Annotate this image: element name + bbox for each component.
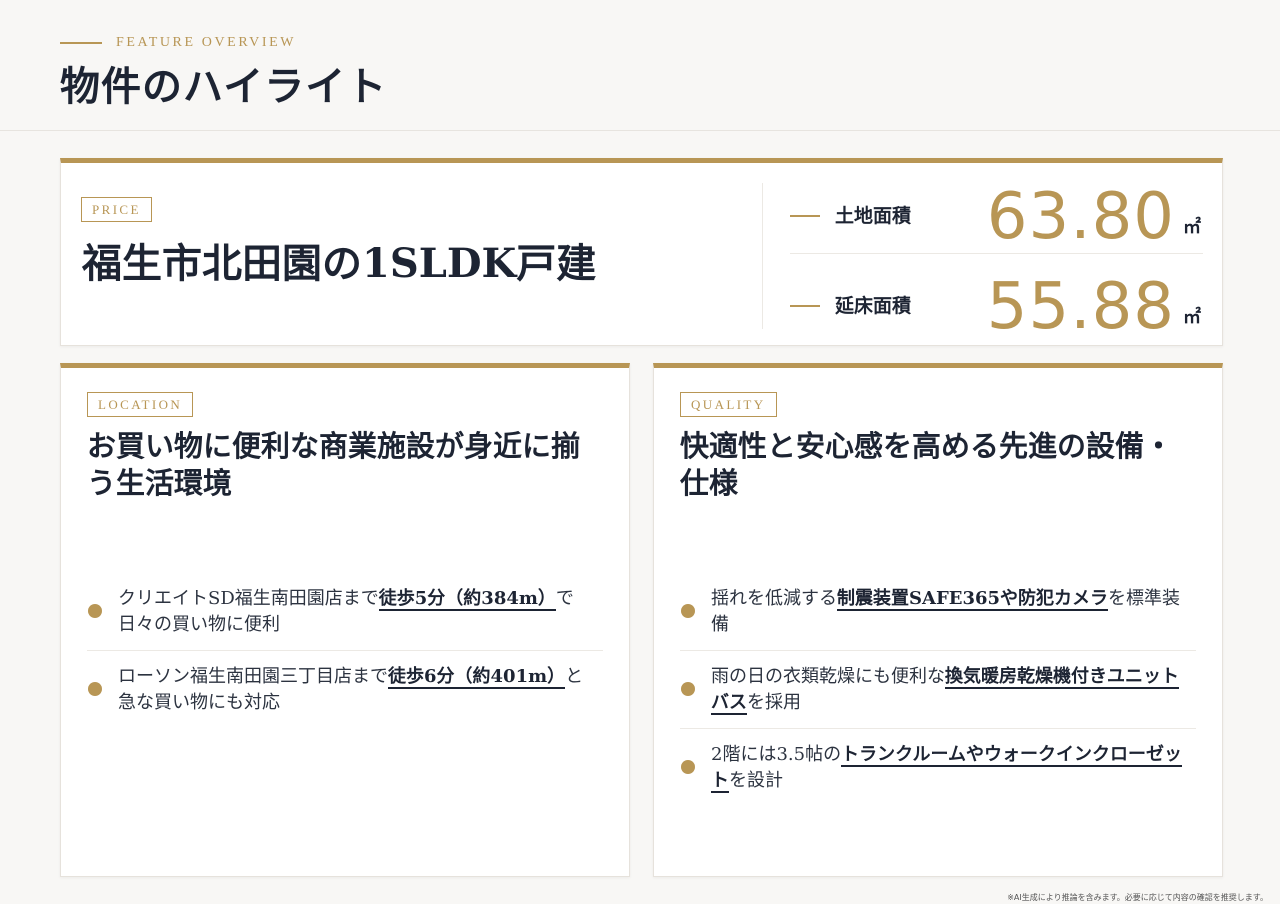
bullet-text: 雨の日の衣類乾燥にも便利な換気暖房乾燥機付きユニットバスを採用 xyxy=(711,664,1191,716)
bullet-highlight: 徒歩6分（約401m） xyxy=(388,666,566,689)
bullet-text: ローソン福生南田園三丁目店まで徒歩6分（約401m）と急な買い物にも対応 xyxy=(118,664,598,716)
bullet-dot-icon xyxy=(88,682,102,696)
dash-icon xyxy=(790,215,820,217)
bullet-text-after: を設計 xyxy=(729,770,783,791)
bullet-dot-icon xyxy=(88,604,102,618)
bullet-dot-icon xyxy=(681,604,695,618)
list-item: ローソン福生南田園三丁目店まで徒歩6分（約401m）と急な買い物にも対応 xyxy=(87,651,603,729)
list-item: 揺れを低減する制震装置SAFE365や防犯カメラを標準装備 xyxy=(680,573,1196,651)
bullet-text-after: を採用 xyxy=(747,692,801,713)
metric-value: 63.80 xyxy=(986,180,1175,254)
price-tag: PRICE xyxy=(81,197,152,222)
bullet-text: 2階には3.5帖のトランクルームやウォークインクローゼットを設計 xyxy=(711,742,1191,794)
dash-icon xyxy=(790,305,820,307)
bullet-text: 揺れを低減する制震装置SAFE365や防犯カメラを標準装備 xyxy=(711,586,1191,638)
quality-bullet-list: 揺れを低減する制震装置SAFE365や防犯カメラを標準装備 雨の日の衣類乾燥にも… xyxy=(680,573,1196,807)
land-area-metric: 土地面積 63.80 ㎡ xyxy=(790,178,1203,254)
metric-unit: ㎡ xyxy=(1183,307,1201,328)
bullet-text: クリエイトSD福生南田園店まで徒歩5分（約384m）で日々の買い物に便利 xyxy=(118,586,598,638)
location-tag: LOCATION xyxy=(87,392,194,417)
location-bullet-list: クリエイトSD福生南田園店まで徒歩5分（約384m）で日々の買い物に便利 ローソ… xyxy=(87,573,603,729)
vertical-divider xyxy=(762,183,763,329)
list-item: 2階には3.5帖のトランクルームやウォークインクローゼットを設計 xyxy=(680,729,1196,807)
quality-tag: QUALITY xyxy=(680,392,777,417)
list-item: クリエイトSD福生南田園店まで徒歩5分（約384m）で日々の買い物に便利 xyxy=(87,573,603,651)
bullet-dot-icon xyxy=(681,682,695,696)
eyebrow-line xyxy=(60,42,102,44)
disclaimer-footnote: ※AI生成により推論を含みます。必要に応じて内容の確認を推奨します。 xyxy=(1007,893,1268,902)
price-card: PRICE 福生市北田園の1SLDK戸建 土地面積 63.80 ㎡ 延床面積 5… xyxy=(60,158,1223,346)
bullet-dot-icon xyxy=(681,760,695,774)
metric-unit: ㎡ xyxy=(1183,217,1201,238)
page-title: 物件のハイライト xyxy=(60,63,388,110)
bullet-text-before: 2階には3.5帖の xyxy=(711,744,842,765)
metric-value: 55.88 xyxy=(986,270,1175,344)
floor-area-metric: 延床面積 55.88 ㎡ xyxy=(790,268,1203,344)
bullet-highlight: 制震装置SAFE365や防犯カメラ xyxy=(837,588,1109,611)
bullet-text-before: 揺れを低減する xyxy=(711,588,837,609)
list-item: 雨の日の衣類乾燥にも便利な換気暖房乾燥機付きユニットバスを採用 xyxy=(680,651,1196,729)
property-title: 福生市北田園の1SLDK戸建 xyxy=(82,240,597,287)
quality-heading: 快適性と安心感を高める先進の設備・仕様 xyxy=(680,429,1174,500)
metric-label: 土地面積 xyxy=(835,205,912,227)
quality-card: QUALITY 快適性と安心感を高める先進の設備・仕様 揺れを低減する制震装置S… xyxy=(653,363,1223,877)
metric-label: 延床面積 xyxy=(835,295,912,317)
eyebrow: FEATURE OVERVIEW xyxy=(60,35,296,51)
eyebrow-text: FEATURE OVERVIEW xyxy=(116,35,297,50)
location-card: LOCATION お買い物に便利な商業施設が身近に揃う生活環境 クリエイトSD福… xyxy=(60,363,630,877)
bullet-text-before: クリエイトSD福生南田園店まで xyxy=(118,588,379,609)
bullet-highlight: 徒歩5分（約384m） xyxy=(378,588,556,611)
bullet-text-before: 雨の日の衣類乾燥にも便利な xyxy=(711,666,945,687)
bullet-text-before: ローソン福生南田園三丁目店まで xyxy=(118,666,388,687)
location-heading: お買い物に便利な商業施設が身近に揃う生活環境 xyxy=(87,429,581,500)
page-header: FEATURE OVERVIEW 物件のハイライト xyxy=(0,0,1280,131)
